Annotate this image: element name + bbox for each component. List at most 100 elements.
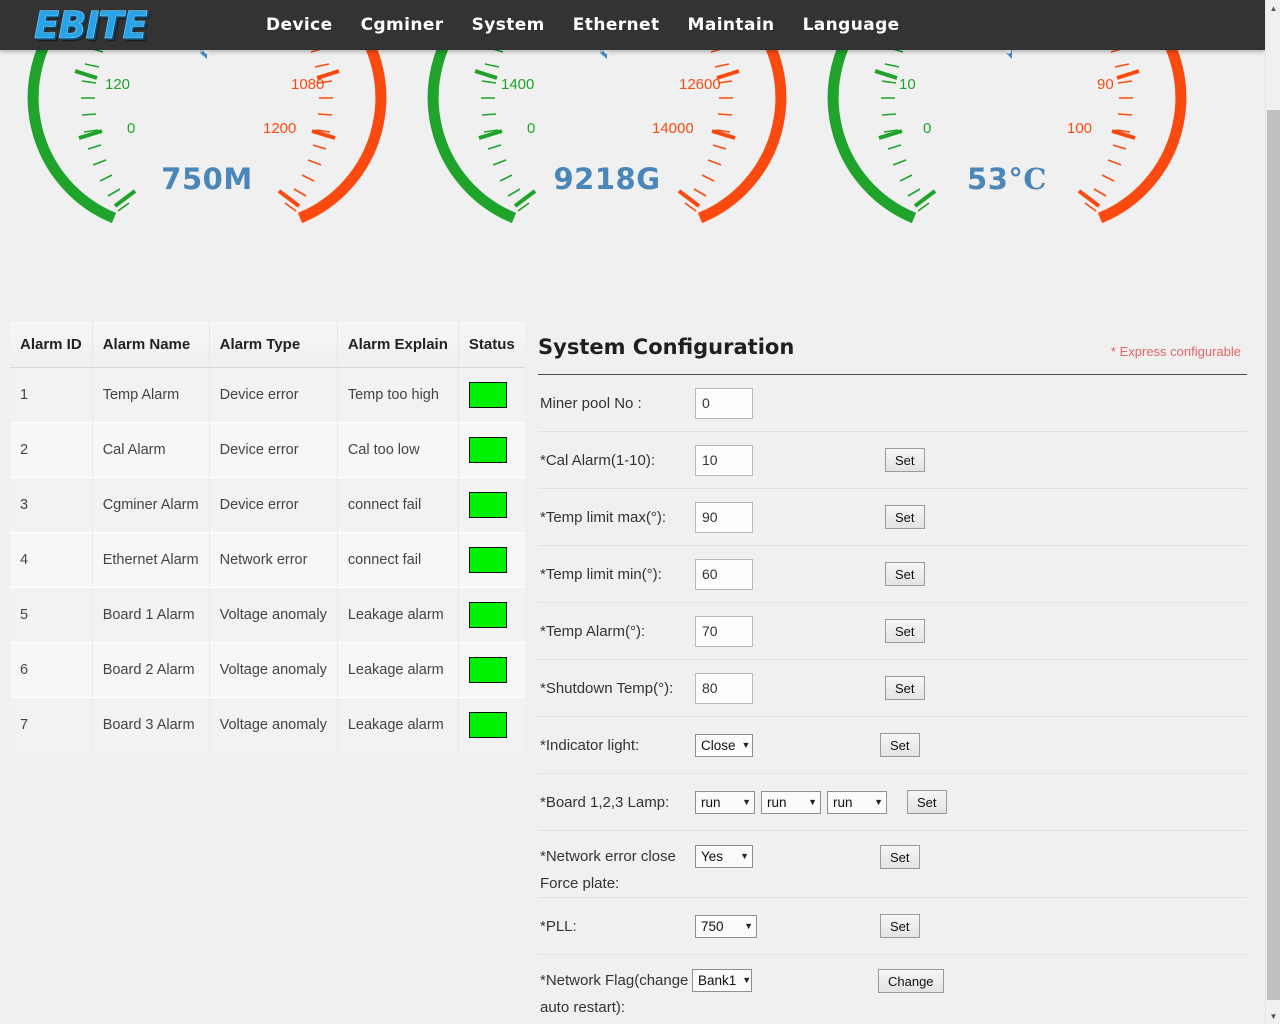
- nav-item-maintain[interactable]: Maintain: [674, 0, 789, 50]
- temp-max-input[interactable]: [695, 501, 753, 533]
- table-row[interactable]: 4 Ethernet Alarm Network error connect f…: [10, 532, 525, 588]
- temp-min-input[interactable]: [695, 558, 753, 590]
- action-temp-min: Set: [885, 562, 925, 586]
- temp-tick-0: 0: [923, 120, 932, 137]
- action-shutdown-temp: Set: [885, 676, 925, 700]
- page-scrollbar[interactable]: ▲ ▼: [1265, 0, 1280, 1024]
- hashrate-gauge-graphic: [27, 50, 387, 224]
- field-network-error-close: Yes ▼: [695, 845, 753, 868]
- set-button-indicator-light[interactable]: Set: [880, 733, 920, 757]
- label-network-flag: *Network Flag(change auto restart):: [540, 967, 692, 1021]
- temp-tick-10: 10: [899, 76, 916, 93]
- status-badge: [468, 547, 507, 573]
- temperature-gauge-graphic: [827, 50, 1187, 224]
- table-row[interactable]: 5 Board 1 Alarm Voltage anomaly Leakage …: [10, 587, 525, 643]
- temperature-gauge-value: 53°C: [807, 162, 1207, 196]
- field-network-flag: Bank1 ▼: [692, 969, 752, 992]
- scroll-down-arrow-icon[interactable]: ▼: [1266, 1008, 1280, 1024]
- network-flag-select[interactable]: Bank1 ▼: [692, 969, 752, 992]
- cell-alarm-id: 4: [10, 532, 93, 588]
- change-button-network-flag[interactable]: Change: [878, 969, 944, 993]
- table-row[interactable]: 3 Cgminer Alarm Device error connect fai…: [10, 477, 525, 533]
- config-row-board-lamp: *Board 1,2,3 Lamp: run ▼ run ▼ run ▼ Set: [538, 774, 1247, 831]
- cell-alarm-type: Voltage anomaly: [209, 587, 338, 643]
- express-configurable-note: * Express configurable: [1110, 344, 1241, 359]
- config-row-miner-pool: Miner pool No :: [538, 375, 1247, 432]
- temp-alarm-input[interactable]: [695, 615, 753, 647]
- cell-status: [458, 532, 525, 588]
- status-badge: [468, 712, 507, 738]
- cell-status: [458, 477, 525, 533]
- cell-alarm-id: 7: [10, 697, 93, 752]
- board3-lamp-select[interactable]: run ▼: [827, 790, 887, 814]
- table-row[interactable]: 7 Board 3 Alarm Voltage anomaly Leakage …: [10, 697, 525, 752]
- scrollbar-thumb[interactable]: [1267, 110, 1280, 1000]
- set-button-pll[interactable]: Set: [880, 914, 920, 938]
- label-temp-max: *Temp limit max(°):: [540, 508, 667, 526]
- chevron-down-icon: ▼: [744, 920, 753, 931]
- scroll-up-arrow-icon[interactable]: ▲: [1266, 0, 1280, 16]
- field-temp-max: [695, 501, 753, 533]
- cell-status: [458, 697, 525, 752]
- config-row-pll: *PLL: 750 ▼ Set: [538, 898, 1247, 955]
- nav-item-system[interactable]: System: [458, 0, 559, 50]
- total-tick-14000: 14000: [652, 120, 694, 137]
- set-button-temp-max[interactable]: Set: [885, 505, 925, 529]
- nav-item-language[interactable]: Language: [789, 0, 914, 50]
- nav-item-cgminer[interactable]: Cgminer: [347, 0, 458, 50]
- nav-item-device[interactable]: Device: [252, 0, 347, 50]
- label-network-flag-line1: *Network Flag(change: [540, 972, 689, 989]
- table-row[interactable]: 2 Cal Alarm Device error Cal too low: [10, 422, 525, 478]
- chevron-down-icon: ▼: [874, 796, 883, 807]
- set-button-shutdown-temp[interactable]: Set: [885, 676, 925, 700]
- set-button-network-error-close[interactable]: Set: [880, 845, 920, 869]
- total-hashrate-gauge-value: 9218G: [553, 162, 661, 196]
- cell-status: [458, 422, 525, 478]
- set-button-temp-alarm[interactable]: Set: [885, 619, 925, 643]
- miner-pool-input[interactable]: [695, 387, 753, 419]
- pll-select[interactable]: 750 ▼: [695, 914, 757, 938]
- field-board-lamp: run ▼ run ▼ run ▼: [695, 790, 887, 814]
- alarm-panel: Alarm ID Alarm Name Alarm Type Alarm Exp…: [10, 322, 525, 752]
- indicator-light-select[interactable]: Close ▼: [695, 733, 753, 757]
- ebite-logo[interactable]: EBITE: [34, 0, 148, 50]
- label-network-error-close: *Network error close Force plate:: [540, 843, 695, 897]
- board3-lamp-value: run: [833, 794, 853, 810]
- table-header-row: Alarm ID Alarm Name Alarm Type Alarm Exp…: [10, 322, 525, 368]
- column-header-alarm-name: Alarm Name: [92, 322, 210, 368]
- set-button-temp-min[interactable]: Set: [885, 562, 925, 586]
- cell-alarm-type: Device error: [209, 477, 338, 533]
- label-temp-alarm: *Temp Alarm(°):: [540, 622, 646, 640]
- cell-alarm-explain: Temp too high: [337, 367, 459, 423]
- table-row[interactable]: 1 Temp Alarm Device error Temp too high: [10, 367, 525, 423]
- alarm-table-body: 1 Temp Alarm Device error Temp too high …: [10, 367, 525, 752]
- cell-status: [458, 642, 525, 698]
- cal-alarm-input[interactable]: [695, 444, 753, 476]
- gauge-needle: [200, 50, 210, 59]
- network-flag-value: Bank1: [698, 973, 737, 988]
- total-tick-12600: 12600: [679, 76, 721, 93]
- column-header-alarm-type: Alarm Type: [209, 322, 338, 368]
- board2-lamp-select[interactable]: run ▼: [761, 790, 821, 814]
- set-button-board-lamp[interactable]: Set: [907, 790, 947, 814]
- shutdown-temp-input[interactable]: [695, 672, 753, 704]
- label-network-flag-line2: auto restart):: [540, 999, 626, 1016]
- config-header: System Configuration * Express configura…: [520, 322, 1265, 374]
- label-network-error-line1: *Network error close: [540, 848, 676, 865]
- cell-alarm-name: Board 3 Alarm: [92, 697, 210, 752]
- action-pll: Set: [880, 914, 920, 938]
- board1-lamp-select[interactable]: run ▼: [695, 790, 755, 814]
- field-temp-alarm: [695, 615, 753, 647]
- table-row[interactable]: 6 Board 2 Alarm Voltage anomaly Leakage …: [10, 642, 525, 698]
- nav-item-ethernet[interactable]: Ethernet: [559, 0, 674, 50]
- main-nav: Device Cgminer System Ethernet Maintain …: [252, 0, 914, 50]
- chevron-down-icon: ▼: [742, 975, 752, 985]
- config-row-indicator-light: *Indicator light: Close ▼ Set: [538, 717, 1247, 774]
- set-button-cal-alarm[interactable]: Set: [885, 448, 925, 472]
- cell-status: [458, 587, 525, 643]
- action-network-flag: Change: [878, 969, 944, 993]
- action-temp-max: Set: [885, 505, 925, 529]
- gauge-needle: [1005, 50, 1012, 59]
- chevron-down-icon: ▼: [740, 851, 749, 861]
- network-error-close-select[interactable]: Yes ▼: [695, 845, 753, 868]
